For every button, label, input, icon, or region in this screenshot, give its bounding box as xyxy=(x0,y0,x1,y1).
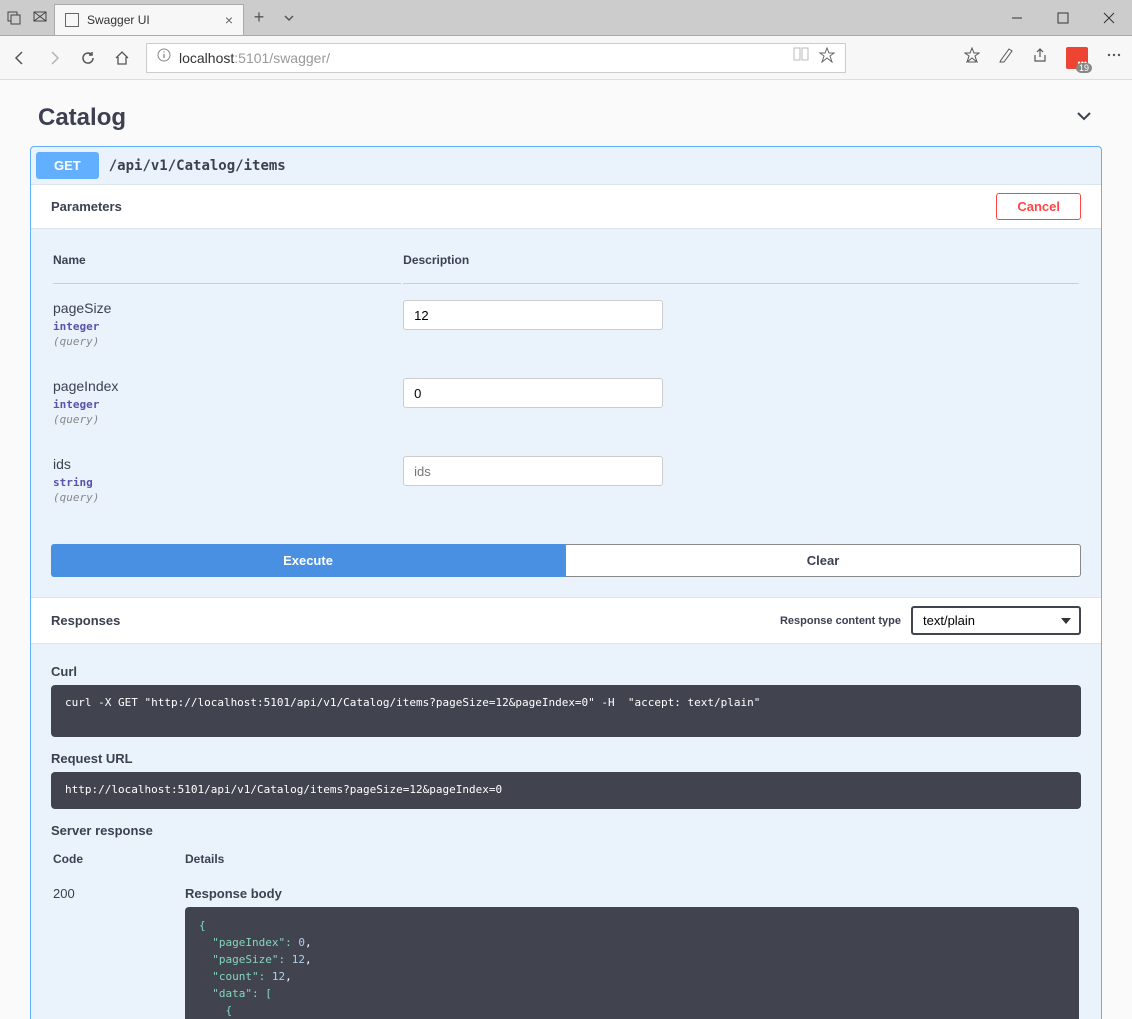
address-bar-row: localhost:5101/swagger/ ••• xyxy=(0,36,1132,80)
close-window-button[interactable] xyxy=(1086,0,1132,36)
execute-button[interactable]: Execute xyxy=(51,544,565,577)
address-bar[interactable]: localhost:5101/swagger/ xyxy=(146,43,846,73)
response-code: 200 xyxy=(53,880,183,1019)
content-type-select[interactable]: text/plain xyxy=(911,606,1081,635)
param-name: pageIndex xyxy=(53,378,401,394)
chevron-down-icon xyxy=(1074,106,1094,131)
param-in: query xyxy=(53,413,401,426)
notes-icon[interactable] xyxy=(998,47,1014,68)
server-response-label: Server response xyxy=(51,823,1081,838)
more-icon[interactable] xyxy=(1106,47,1122,68)
request-url-block[interactable]: http://localhost:5101/api/v1/Catalog/ite… xyxy=(51,772,1081,809)
col-name: Name xyxy=(53,243,401,284)
param-in: query xyxy=(53,491,401,504)
col-code: Code xyxy=(53,846,183,878)
reading-mode-icon[interactable] xyxy=(793,47,809,68)
page-viewport[interactable]: Catalog GET /api/v1/Catalog/items Parame… xyxy=(0,80,1132,1019)
param-row: ids string query xyxy=(53,442,1079,518)
param-input-pageIndex[interactable] xyxy=(403,378,663,408)
minimize-button[interactable] xyxy=(994,0,1040,36)
curl-label: Curl xyxy=(51,664,1081,679)
param-name: pageSize xyxy=(53,300,401,316)
request-url-label: Request URL xyxy=(51,751,1081,766)
new-tab-button[interactable]: + xyxy=(244,7,274,28)
clear-button[interactable]: Clear xyxy=(565,544,1081,577)
tab-title: Swagger UI xyxy=(87,13,217,27)
http-method-badge: GET xyxy=(36,152,99,179)
responses-heading: Responses xyxy=(51,613,120,628)
responses-bar: Responses Response content type text/pla… xyxy=(31,597,1101,644)
back-button[interactable] xyxy=(10,48,30,68)
param-type: integer xyxy=(53,398,401,411)
page-icon xyxy=(65,13,79,27)
curl-block[interactable]: curl -X GET "http://localhost:5101/api/v… xyxy=(51,685,1081,737)
content-type-label: Response content type xyxy=(780,615,901,627)
favorites-bar-icon[interactable] xyxy=(964,47,980,68)
param-input-ids[interactable] xyxy=(403,456,663,486)
maximize-button[interactable] xyxy=(1040,0,1086,36)
col-details: Details xyxy=(185,846,1079,878)
favorite-icon[interactable] xyxy=(819,47,835,68)
tab-chevron-icon[interactable] xyxy=(274,12,304,24)
response-body-block[interactable]: { "pageIndex": 0, "pageSize": 12, "count… xyxy=(185,907,1079,1019)
titlebar: Swagger UI × + xyxy=(0,0,1132,36)
home-button[interactable] xyxy=(112,48,132,68)
extension-badge-icon[interactable]: ••• xyxy=(1066,47,1088,69)
tab-preview-icon[interactable] xyxy=(30,8,50,28)
param-row: pageSize integer query xyxy=(53,286,1079,362)
operation-path: /api/v1/Catalog/items xyxy=(109,158,286,174)
forward-button[interactable] xyxy=(44,48,64,68)
cancel-button[interactable]: Cancel xyxy=(996,193,1081,220)
parameters-heading: Parameters xyxy=(51,199,122,214)
param-in: query xyxy=(53,335,401,348)
param-row: pageIndex integer query xyxy=(53,364,1079,440)
parameters-bar: Parameters Cancel xyxy=(31,184,1101,229)
tab-group-icon[interactable] xyxy=(4,8,24,28)
operation-block: GET /api/v1/Catalog/items Parameters Can… xyxy=(30,146,1102,1019)
info-icon[interactable] xyxy=(157,48,171,67)
col-description: Description xyxy=(403,243,1079,284)
param-type: string xyxy=(53,476,401,489)
response-body-label: Response body xyxy=(185,886,1079,901)
section-title: Catalog xyxy=(38,104,126,132)
parameters-table: Name Description pageSizeintegerquerypag… xyxy=(51,241,1081,520)
section-header[interactable]: Catalog xyxy=(30,80,1102,146)
browser-tab[interactable]: Swagger UI × xyxy=(54,4,244,36)
refresh-button[interactable] xyxy=(78,48,98,68)
share-icon[interactable] xyxy=(1032,47,1048,68)
close-tab-icon[interactable]: × xyxy=(225,12,233,28)
param-type: integer xyxy=(53,320,401,333)
url-text: localhost:5101/swagger/ xyxy=(179,50,330,66)
operation-summary[interactable]: GET /api/v1/Catalog/items xyxy=(31,147,1101,184)
param-name: ids xyxy=(53,456,401,472)
param-input-pageSize[interactable] xyxy=(403,300,663,330)
